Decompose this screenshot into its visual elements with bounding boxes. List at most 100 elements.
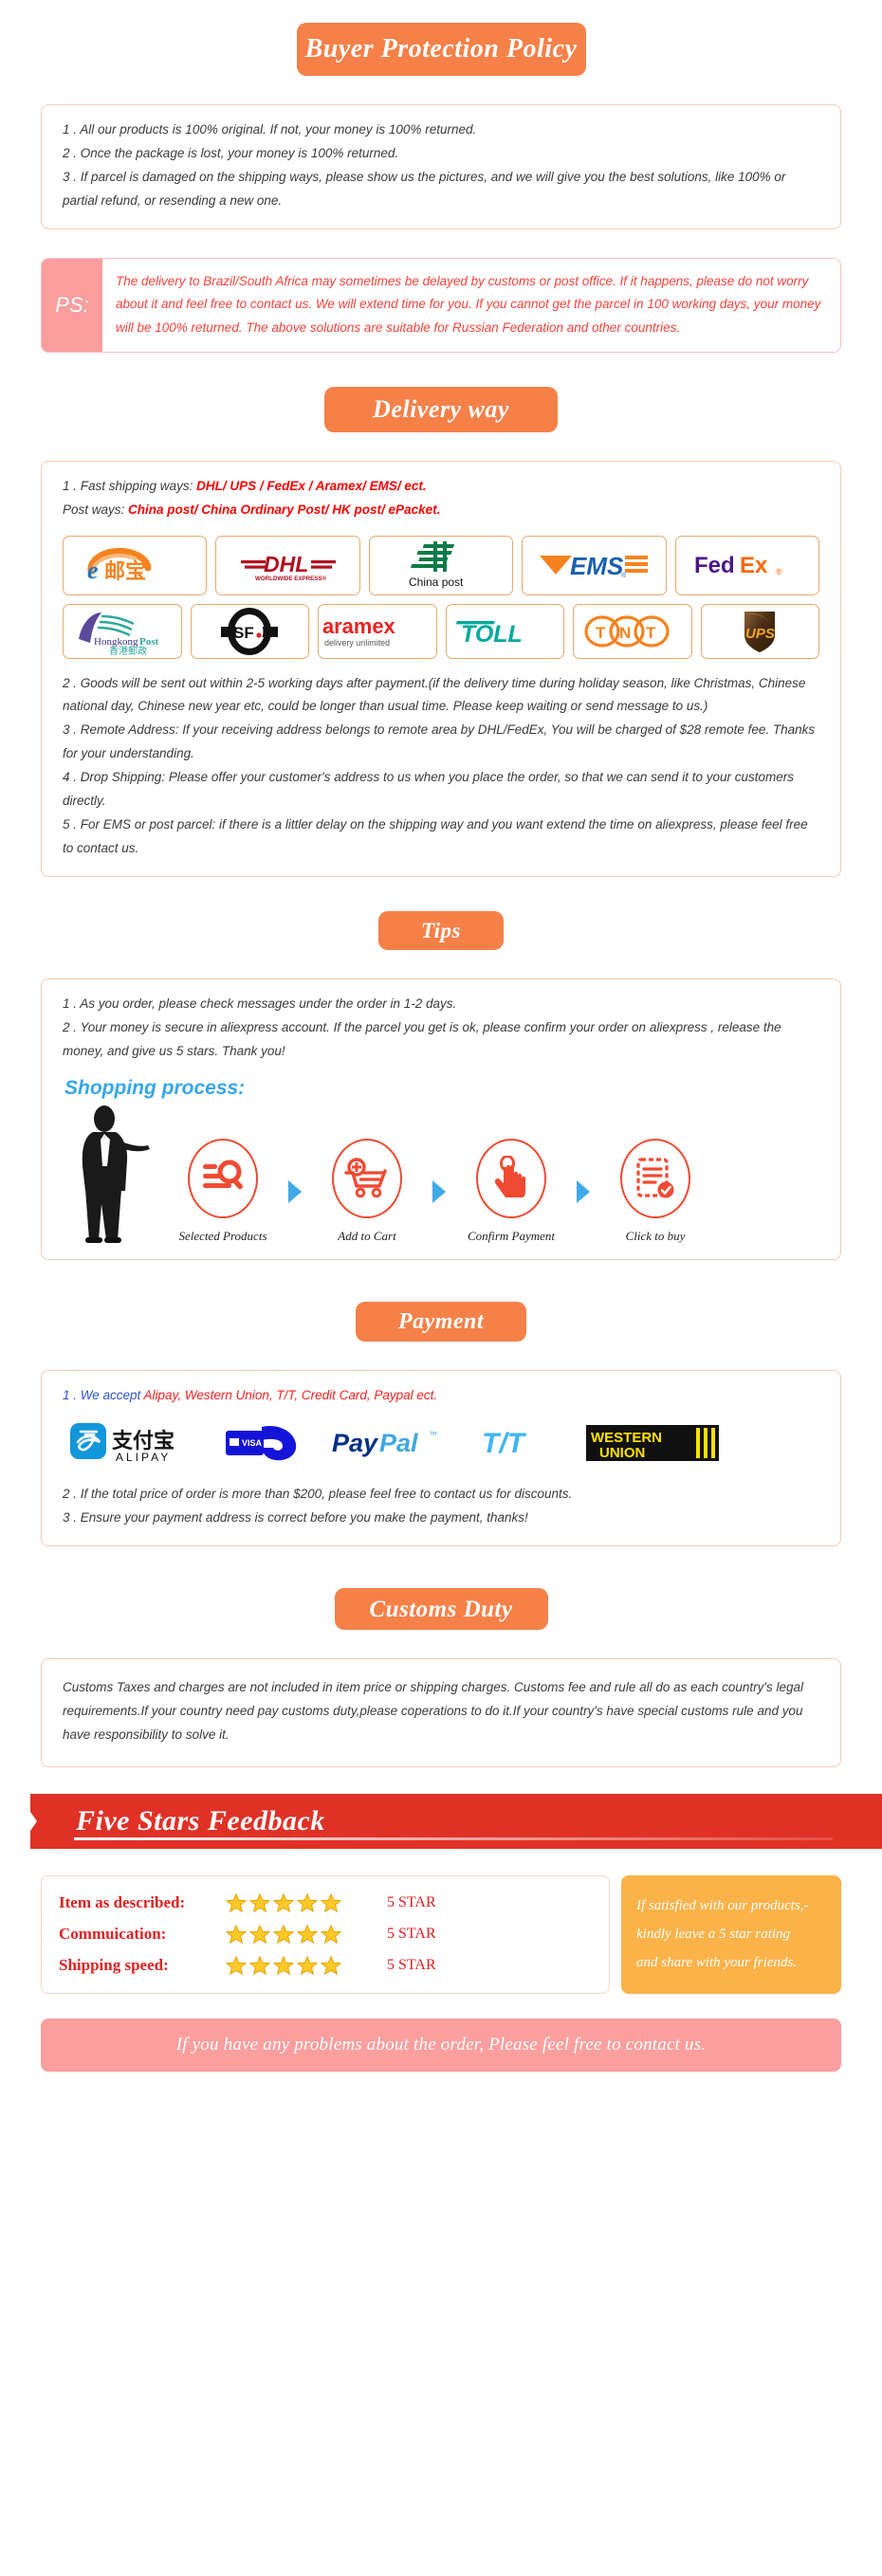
ems-logo: EMS ® (522, 535, 667, 595)
add-to-cart-icon (332, 1139, 402, 1219)
hand-tap-icon (476, 1139, 546, 1219)
banner-notch-decoration (0, 1793, 37, 1849)
banner-underline-decoration (74, 1836, 833, 1840)
tips-card: 1 . As you order, please check messages … (41, 978, 841, 1261)
svg-text:™: ™ (429, 1430, 437, 1439)
delivery-item: 5 . For EMS or post parcel: if there is … (63, 817, 808, 856)
buyer-protection-item: 3 . If parcel is damaged on the shipping… (63, 169, 786, 208)
rating-row: Shipping speed: 5 STAR (59, 1950, 594, 1982)
delivery-item: 2 . Goods will be sent out within 2-5 wo… (63, 675, 806, 714)
credit-card-visa-logo: VISA (224, 1419, 305, 1471)
ups-logo: UPS (700, 603, 819, 659)
carrier-logo-row-1: e 邮宝 DHL WORLDWIDE EXPRESS® China post E… (63, 535, 819, 595)
buyer-protection-item: 1 . All our products is 100% original. I… (63, 122, 477, 137)
star-icon (321, 1893, 341, 1913)
ps-label: PS: (42, 258, 102, 352)
arrow-right-icon-2 (423, 1179, 455, 1244)
svg-text:T/T: T/T (482, 1428, 527, 1459)
star-icon (321, 1956, 341, 1976)
svg-text:UPS: UPS (745, 626, 775, 642)
rating-value: 5 STAR (387, 1957, 436, 1974)
svg-text:UNION: UNION (599, 1445, 645, 1461)
western-union-logo: WESTERN UNION (586, 1420, 719, 1471)
buyer-protection-card: 1 . All our products is 100% original. I… (41, 104, 841, 229)
contact-bar-text: If you have any problems about the order… (175, 2034, 707, 2055)
star-icon (273, 1956, 294, 1976)
delivery-item: 3 . Remote Address: If your receiving ad… (63, 722, 816, 761)
delivery-fast-value: DHL/ UPS / FedEx / Aramex/ EMS/ ect. (196, 478, 427, 493)
rating-label: Shipping speed: (59, 1956, 169, 1975)
svg-text:aramex: aramex (322, 613, 396, 637)
delivery-heading-wrap: Delivery way (0, 386, 882, 432)
rating-card: Item as described: 5 STAR Commuication: (41, 1874, 610, 1994)
step-add-to-cart: Add to Cart (311, 1139, 423, 1244)
step-label: Add to Cart (338, 1229, 396, 1244)
svg-text:®: ® (776, 567, 782, 576)
star-rating (226, 1892, 376, 1913)
svg-text:WESTERN: WESTERN (591, 1430, 662, 1446)
svg-text:T: T (596, 624, 606, 642)
svg-text:TOLL: TOLL (461, 621, 523, 648)
rating-value: 5 STAR (387, 1894, 436, 1911)
step-label: Click to buy (625, 1229, 686, 1244)
alipay-logo: 支付宝 ALIPAY (70, 1421, 199, 1470)
payment-heading: Payment (356, 1302, 526, 1343)
epacket-logo: e 邮宝 (63, 535, 208, 595)
delivery-post-prefix: Post ways: (63, 502, 129, 517)
delivery-item: 4 . Drop Shipping: Please offer your cus… (63, 770, 794, 809)
aramex-logo: aramex delivery unlimited (318, 603, 437, 659)
payment-accept-value: Alipay, Western Union, T/T, Credit Card,… (143, 1388, 438, 1403)
svg-text:ALIPAY: ALIPAY (116, 1451, 171, 1464)
paypal-logo: Pay Pal ™ (330, 1422, 455, 1469)
tips-item: 1 . As you order, please check messages … (63, 996, 457, 1012)
step-selected-products: Selected Products (167, 1139, 279, 1244)
star-icon (226, 1956, 247, 1976)
delivery-post-line: Post ways: China post/ China Ordinary Po… (63, 499, 819, 522)
customs-heading: Customs Duty (334, 1588, 548, 1631)
star-icon (249, 1956, 270, 1976)
ps-body: The delivery to Brazil/South Africa may … (102, 259, 840, 352)
svg-text:China post: China post (409, 575, 464, 589)
star-icon (249, 1925, 270, 1945)
star-icon (297, 1956, 318, 1976)
feedback-banner: Five Stars Feedback (0, 1793, 882, 1849)
buyer-protection-item: 2 . Once the package is lost, your money… (63, 145, 399, 160)
businessman-silhouette-icon (63, 1104, 167, 1244)
star-icon (273, 1925, 294, 1945)
rating-row: Commuication: 5 STAR (59, 1919, 594, 1950)
carrier-logo-row-2: Hongkong Post 香港郵政 SF aramex delivery un… (63, 603, 819, 659)
payment-heading-wrap: Payment (0, 1302, 882, 1343)
svg-text:香港郵政: 香港郵政 (109, 645, 147, 656)
star-icon (297, 1893, 318, 1913)
checklist-icon (620, 1139, 690, 1219)
satisfied-line: and share with your friends. (636, 1955, 798, 1971)
promo-page: Buyer Protection Policy 1 . All our prod… (0, 0, 882, 2072)
step-label: Confirm Payment (467, 1229, 556, 1244)
star-rating (226, 1955, 376, 1976)
customs-card: Customs Taxes and charges are not includ… (41, 1658, 841, 1767)
star-rating (226, 1924, 376, 1945)
payment-card: 1 . We accept Alipay, Western Union, T/T… (41, 1370, 841, 1547)
svg-text:Ex: Ex (740, 553, 768, 578)
step-click-to-buy: Click to buy (599, 1139, 711, 1244)
star-icon (273, 1893, 294, 1913)
svg-text:SF: SF (233, 624, 254, 642)
payment-methods-row: 支付宝 ALIPAY VISA Pay Pal ™ T/T WESTERN UN… (70, 1419, 819, 1471)
rating-label: Item as described: (59, 1893, 186, 1912)
svg-text:邮宝: 邮宝 (104, 559, 146, 584)
buyer-protection-heading-wrap: Buyer Protection Policy (0, 23, 882, 76)
search-list-icon (188, 1139, 258, 1219)
svg-text:VISA: VISA (242, 1438, 263, 1448)
svg-text:N: N (619, 624, 631, 642)
svg-text:e: e (87, 557, 99, 584)
hongkong-post-logo: Hongkong Post 香港郵政 (63, 603, 182, 659)
delivery-fast-prefix: 1 . Fast shipping ways: (63, 478, 197, 493)
buyer-protection-heading: Buyer Protection Policy (296, 23, 586, 76)
toll-logo: TOLL (445, 603, 564, 659)
tips-heading-wrap: Tips (0, 911, 882, 951)
payment-accept-prefix: 1 . We accept (63, 1388, 144, 1403)
svg-text:Pal: Pal (379, 1429, 418, 1457)
star-icon (226, 1925, 247, 1945)
payment-accept-line: 1 . We accept Alipay, Western Union, T/T… (63, 1384, 819, 1408)
step-confirm-payment: Confirm Payment (455, 1139, 567, 1244)
